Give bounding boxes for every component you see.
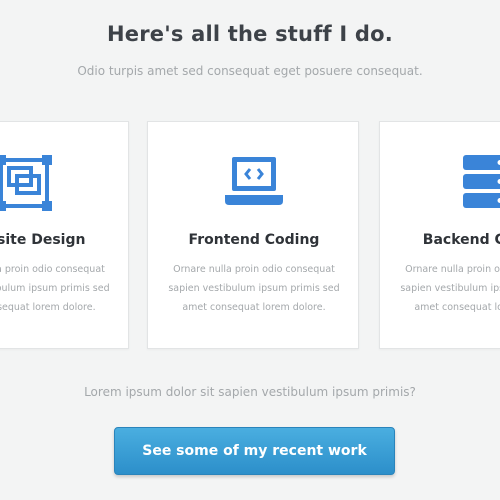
recent-work-button[interactable]: See some of my recent work xyxy=(114,427,395,475)
description-line: sapien vestibulum ipsum primis sed xyxy=(168,283,340,294)
service-description: Ornare nulla proin odio consequat sapien… xyxy=(396,260,500,317)
service-title: Backend Coding xyxy=(422,232,500,248)
description-line: Ornare nulla proin odio consequat xyxy=(0,264,105,275)
service-card-website-design: Website Design Ornare nulla proin odio c… xyxy=(0,121,129,349)
description-line: amet consequat lorem dolore. xyxy=(182,302,326,313)
lead-text: Lorem ipsum dolor sit sapien vestibulum … xyxy=(84,385,416,399)
description-line: sapien vestibulum ipsum primis sed xyxy=(400,283,500,294)
description-line: amet consequat lorem dolore. xyxy=(414,302,500,313)
page: Here's all the stuff I do. Odio turpis a… xyxy=(0,0,500,500)
service-card-frontend-coding: Frontend Coding Ornare nulla proin odio … xyxy=(147,121,359,349)
description-line: Ornare nulla proin odio consequat xyxy=(173,264,335,275)
description-line: Ornare nulla proin odio consequat xyxy=(405,264,500,275)
service-title: Website Design xyxy=(0,232,86,248)
service-card-backend-coding: Backend Coding Ornare nulla proin odio c… xyxy=(379,121,500,349)
website-design-icon xyxy=(0,152,130,214)
description-line: sapien vestibulum ipsum primis sed xyxy=(0,283,110,294)
service-title: Frontend Coding xyxy=(188,232,320,248)
server-icon xyxy=(380,152,500,214)
service-description: Ornare nulla proin odio consequat sapien… xyxy=(164,260,344,317)
page-subtitle: Odio turpis amet sed consequat eget posu… xyxy=(77,64,423,78)
laptop-code-icon xyxy=(148,152,360,214)
page-title: Here's all the stuff I do. xyxy=(107,22,393,46)
description-line: amet consequat lorem dolore. xyxy=(0,302,96,313)
service-description: Ornare nulla proin odio consequat sapien… xyxy=(0,260,114,317)
